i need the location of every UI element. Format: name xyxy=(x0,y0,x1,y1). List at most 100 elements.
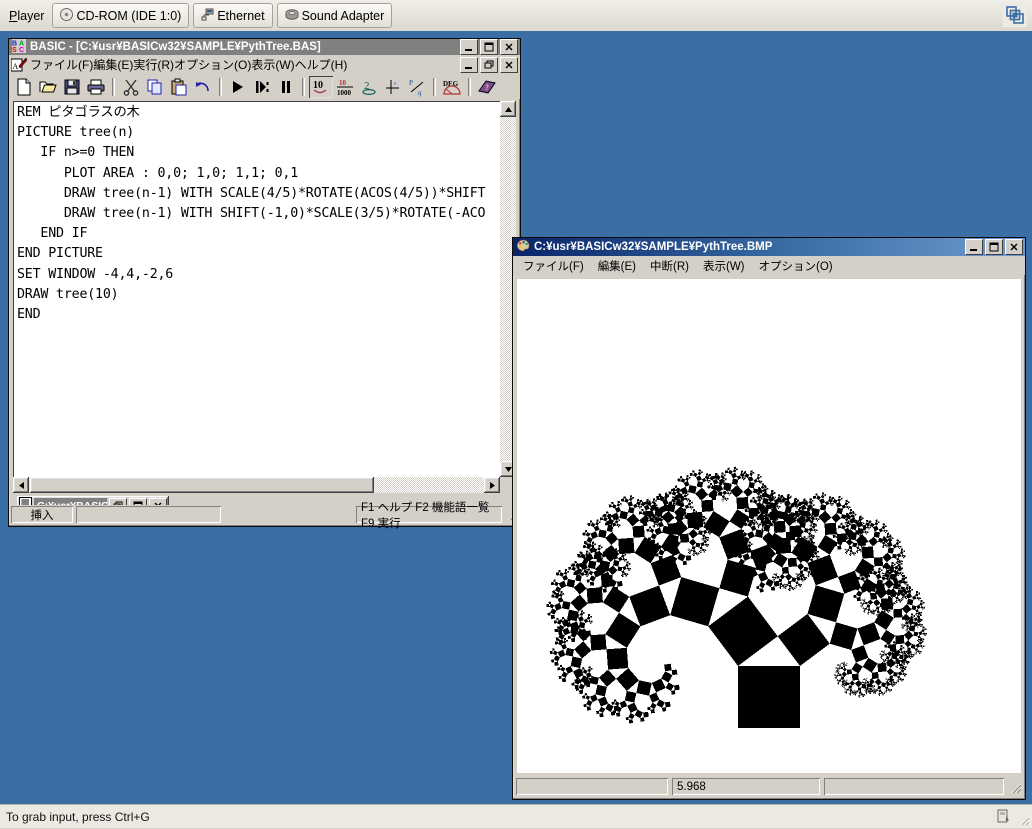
basic-toolbar[interactable]: 10 10 1000 2 c Pq DEG ? xyxy=(9,74,520,99)
window-resize-grip-icon[interactable] xyxy=(1016,812,1030,826)
undo-arrow-icon[interactable] xyxy=(191,76,215,98)
toolbar-separator xyxy=(433,77,436,96)
status-hints: F1 ヘルプ F2 機能語一覧 F9 実行 xyxy=(356,502,502,530)
device-button-ethernet[interactable]: Ethernet xyxy=(193,3,273,28)
basic-window-titlebar[interactable]: B A S C BASIC - [C:¥usr¥BASICw32¥SAMPLE¥… xyxy=(9,38,520,56)
step-icon[interactable] xyxy=(250,76,274,98)
code-editor-text[interactable]: REM ピタゴラスの木 PICTURE tree(n) IF n>=0 THEN… xyxy=(17,103,486,325)
copy-icon[interactable] xyxy=(143,76,167,98)
pause-icon[interactable] xyxy=(274,76,298,98)
basic-menu-run[interactable]: 実行(R) xyxy=(133,56,174,73)
network-icon xyxy=(201,8,214,24)
vmware-toolbar: Player CD-ROM (IDE 1:0) Ethernet Sound A… xyxy=(0,0,1032,32)
svg-text:c: c xyxy=(394,81,397,87)
scroll-up-arrow[interactable] xyxy=(500,101,516,117)
maximize-button[interactable] xyxy=(480,39,498,55)
bmp-status-right xyxy=(824,778,1004,795)
device-label-ethernet: Ethernet xyxy=(217,8,265,23)
horizontal-scroll-thumb[interactable] xyxy=(30,477,374,493)
bmp-menubar[interactable]: ファイル(F) 編集(E) 中断(R) 表示(W) オプション(O) xyxy=(513,256,1025,275)
bmp-menu-options[interactable]: オプション(O) xyxy=(752,256,840,276)
toolbar-separator xyxy=(302,77,305,96)
document-pen-icon[interactable]: A xyxy=(11,57,27,72)
rational-p-q-icon[interactable]: Pq xyxy=(405,76,429,98)
svg-text:10: 10 xyxy=(339,79,347,87)
svg-text:q: q xyxy=(418,89,422,97)
open-folder-icon[interactable] xyxy=(36,76,60,98)
device-button-cdrom[interactable]: CD-ROM (IDE 1:0) xyxy=(52,3,190,28)
maximize-button[interactable] xyxy=(985,239,1003,255)
bmp-status-value: 5.968 xyxy=(672,778,820,795)
status-insert-mode: 挿入 xyxy=(11,506,73,523)
paint-palette-icon xyxy=(516,239,530,256)
degree-icon[interactable]: DEG xyxy=(440,76,464,98)
pythagoras-tree-fractal xyxy=(517,279,1021,773)
complex-c-icon[interactable]: c xyxy=(381,76,405,98)
cut-scissors-icon[interactable] xyxy=(119,76,143,98)
save-disk-icon[interactable] xyxy=(60,76,84,98)
close-button[interactable] xyxy=(1005,239,1023,255)
speaker-icon xyxy=(285,8,299,24)
basic-menu-edit[interactable]: 編集(E) xyxy=(93,56,133,73)
bmp-window-titlebar[interactable]: C:¥usr¥BASICw32¥SAMPLE¥PythTree.BMP xyxy=(513,238,1025,256)
svg-text:P: P xyxy=(409,79,413,87)
close-button[interactable] xyxy=(500,39,518,55)
minimize-button[interactable] xyxy=(965,239,983,255)
bmp-menu-edit[interactable]: 編集(E) xyxy=(591,256,643,276)
basic-window-buttons xyxy=(460,39,518,55)
mdi-minimize-button[interactable] xyxy=(460,56,478,73)
device-label-cdrom: CD-ROM (IDE 1:0) xyxy=(76,8,182,23)
radical-2-icon[interactable]: 2 xyxy=(357,76,381,98)
mdi-restore-button[interactable] xyxy=(480,56,498,73)
mdi-child-window-buttons xyxy=(460,56,518,73)
scroll-left-arrow[interactable] xyxy=(13,477,29,493)
new-file-icon[interactable] xyxy=(12,76,36,98)
svg-text:10: 10 xyxy=(313,80,323,91)
player-menu-label-rest: layer xyxy=(17,8,45,23)
guest-desktop: B A S C BASIC - [C:¥usr¥BASICw32¥SAMPLE¥… xyxy=(0,31,1032,805)
basic-menubar[interactable]: A ファイル(F) 編集(E) 実行(R) オプション(O) 表示(W) ヘルプ… xyxy=(9,55,520,74)
toolbar-separator xyxy=(468,77,471,96)
bmp-image-canvas[interactable] xyxy=(517,279,1021,773)
run-play-icon[interactable] xyxy=(226,76,250,98)
status-middle-panel xyxy=(76,506,221,523)
resize-grip-icon[interactable] xyxy=(1008,780,1022,794)
fraction-10-1000-icon[interactable]: 10 1000 xyxy=(333,76,357,98)
svg-text:C: C xyxy=(19,47,24,53)
basic-menu-help[interactable]: ヘルプ(H) xyxy=(295,56,348,73)
print-icon[interactable] xyxy=(84,76,108,98)
paste-icon[interactable] xyxy=(167,76,191,98)
basic-menu-options[interactable]: オプション(O) xyxy=(174,56,251,73)
bmp-menu-file[interactable]: ファイル(F) xyxy=(516,256,591,276)
bmp-status-bar: 5.968 xyxy=(516,777,1022,796)
bmp-window-title: C:¥usr¥BASICw32¥SAMPLE¥PythTree.BMP xyxy=(534,241,773,253)
input-grab-icon[interactable] xyxy=(996,809,1010,824)
basic-menu-file[interactable]: ファイル(F) xyxy=(30,56,93,73)
code-editor-area[interactable]: REM ピタゴラスの木 PICTURE tree(n) IF n>=0 THEN… xyxy=(13,101,516,493)
svg-text:1000: 1000 xyxy=(337,89,352,97)
decimal-10-icon[interactable]: 10 xyxy=(309,75,333,98)
help-book-icon[interactable]: ? xyxy=(475,76,499,98)
cdrom-icon xyxy=(60,7,74,24)
mdi-close-button[interactable] xyxy=(500,56,518,73)
player-menu-button[interactable]: Player xyxy=(9,9,44,23)
svg-text:?: ? xyxy=(485,83,489,92)
basic-ide-window[interactable]: B A S C BASIC - [C:¥usr¥BASICw32¥SAMPLE¥… xyxy=(8,38,521,530)
toolbar-separator xyxy=(219,77,222,96)
bmp-menu-view[interactable]: 表示(W) xyxy=(696,256,752,276)
vmware-logo-icon[interactable] xyxy=(1003,3,1027,27)
bmp-window-buttons xyxy=(965,239,1023,255)
bmp-viewer-window[interactable]: C:¥usr¥BASICw32¥SAMPLE¥PythTree.BMP ファイル… xyxy=(512,237,1026,800)
vmware-status-text: To grab input, press Ctrl+G xyxy=(6,809,150,824)
minimize-button[interactable] xyxy=(460,39,478,55)
toolbar-separator xyxy=(112,77,115,96)
basic-window-title: BASIC - [C:¥usr¥BASICw32¥SAMPLE¥PythTree… xyxy=(30,41,321,53)
device-button-sound[interactable]: Sound Adapter xyxy=(276,3,393,28)
basic-app-icon: B A S C xyxy=(12,38,26,56)
scroll-right-arrow[interactable] xyxy=(484,477,500,493)
editor-horizontal-scrollbar[interactable] xyxy=(13,477,500,493)
device-label-sound: Sound Adapter xyxy=(301,8,385,23)
basic-menu-view[interactable]: 表示(W) xyxy=(251,56,294,73)
vmware-status-bar: To grab input, press Ctrl+G xyxy=(0,804,1032,828)
bmp-menu-break[interactable]: 中断(R) xyxy=(643,256,696,276)
